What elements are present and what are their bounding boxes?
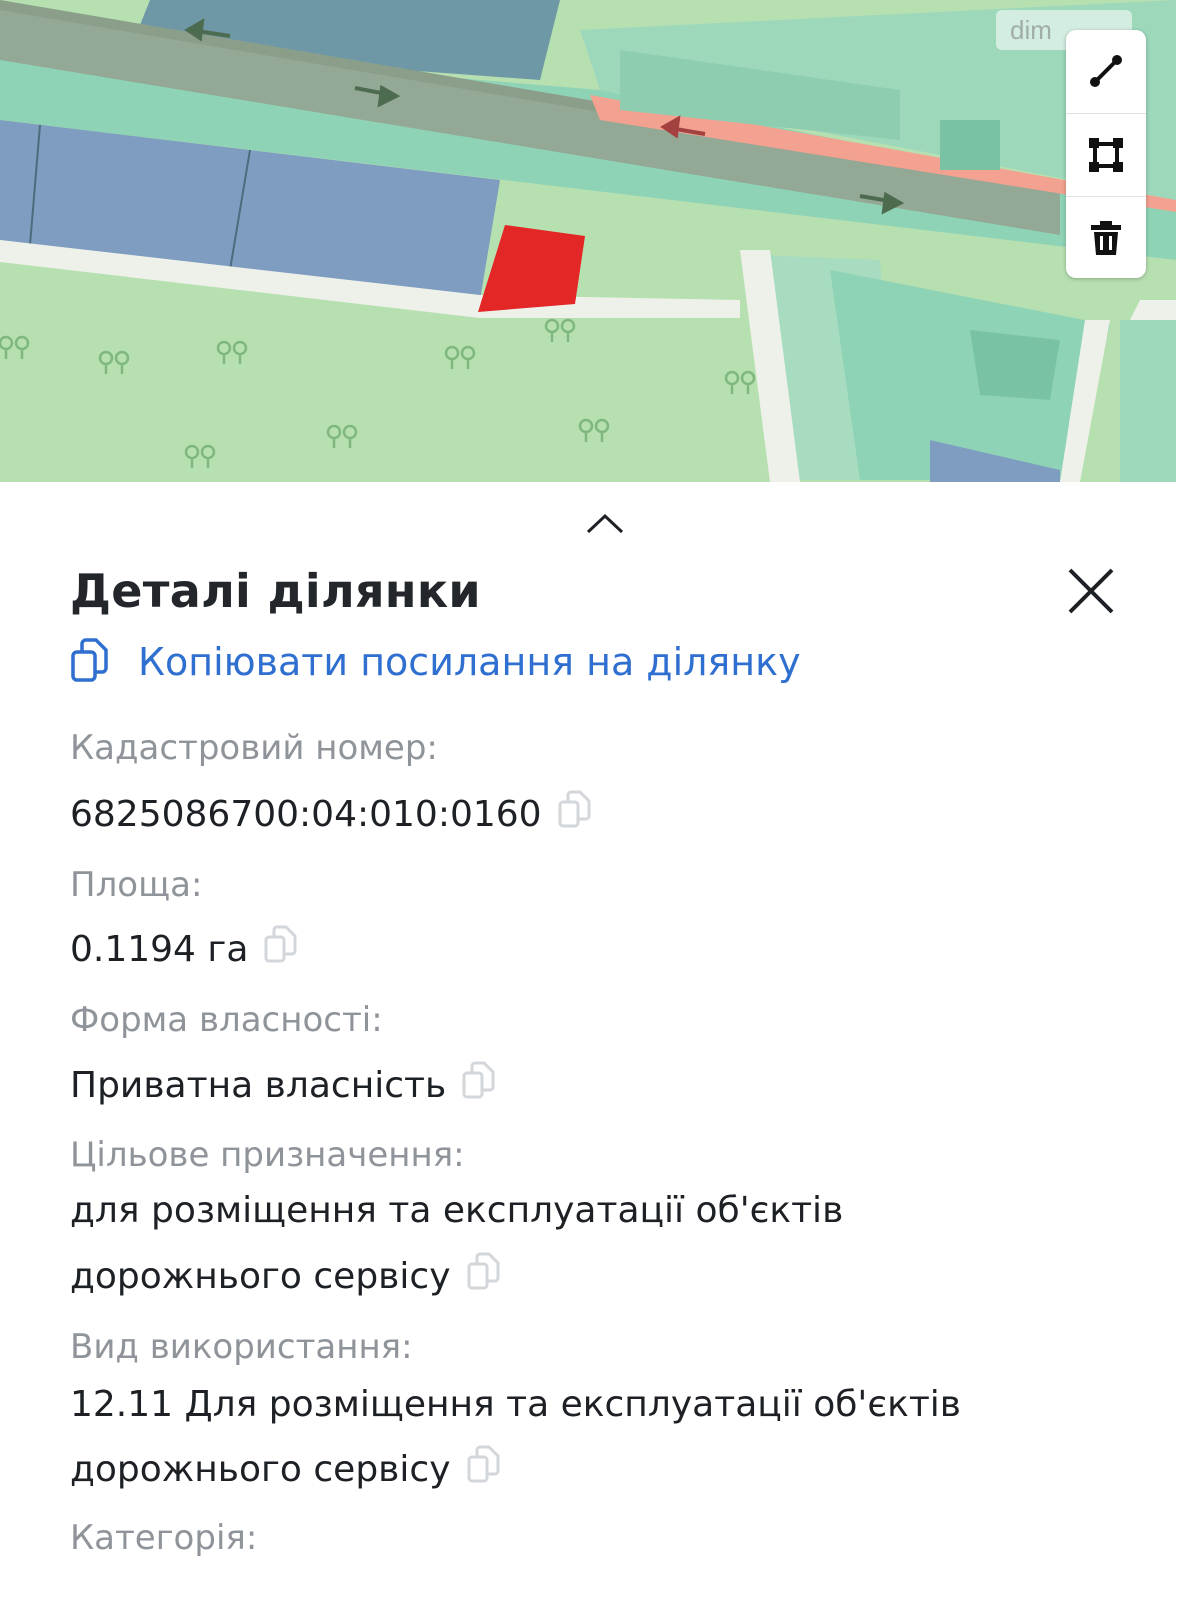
trash-icon [1091, 221, 1121, 255]
parcel-details-panel: Деталі ділянки Копіювати посилання на ді… [0, 482, 1176, 1600]
usage-row: дорожнього сервісу [70, 1437, 501, 1503]
panel-title: Деталі ділянки [70, 564, 481, 618]
area-row: 0.1194 га [70, 917, 298, 983]
copy-icon[interactable] [467, 1252, 501, 1292]
usage-label: Вид використання: [70, 1327, 413, 1367]
copy-icon[interactable] [558, 790, 592, 830]
purpose-value-line1: для розміщення та експлуатації об'єктів [70, 1190, 844, 1231]
cadastral-number-row: 6825086700:04:010:0160 [70, 782, 592, 848]
draw-line-button[interactable] [1066, 30, 1146, 112]
chevron-up-icon [586, 513, 624, 534]
purpose-value-line2: дорожнього сервісу [70, 1256, 451, 1297]
usage-value-line2: дорожнього сервісу [70, 1449, 451, 1490]
copy-icon[interactable] [467, 1445, 501, 1485]
category-label: Категорія: [70, 1518, 258, 1558]
delete-drawing-button[interactable] [1066, 196, 1146, 279]
draw-polygon-button[interactable] [1066, 113, 1146, 196]
area-label: Площа: [70, 865, 203, 905]
cadastral-number-label: Кадастровий номер: [70, 728, 438, 768]
area-value: 0.1194 га [70, 929, 249, 970]
cadastral-number-value: 6825086700:04:010:0160 [70, 794, 542, 835]
ownership-value: Приватна власність [70, 1065, 447, 1106]
copy-icon[interactable] [462, 1061, 496, 1101]
usage-value-line1: 12.11 Для розміщення та експлуатації об'… [70, 1384, 962, 1425]
copy-icon [71, 638, 108, 682]
copy-link-label: Копіювати посилання на ділянку [138, 640, 801, 684]
map-view[interactable]: dim [0, 0, 1176, 482]
copy-icon[interactable] [264, 925, 298, 965]
line-tool-icon [1090, 55, 1122, 87]
ownership-label: Форма власності: [70, 1000, 383, 1040]
map-toolbar [1066, 30, 1146, 278]
copy-parcel-link[interactable]: Копіювати посилання на ділянку [70, 632, 801, 692]
close-icon [1068, 568, 1114, 614]
expand-panel-button[interactable] [580, 504, 630, 544]
ownership-row: Приватна власність [70, 1053, 496, 1119]
purpose-row: дорожнього сервісу [70, 1244, 501, 1310]
purpose-label: Цільове призначення: [70, 1135, 465, 1175]
close-button[interactable] [1062, 562, 1120, 620]
polygon-tool-icon [1089, 138, 1123, 172]
map-canvas[interactable] [0, 0, 1176, 482]
